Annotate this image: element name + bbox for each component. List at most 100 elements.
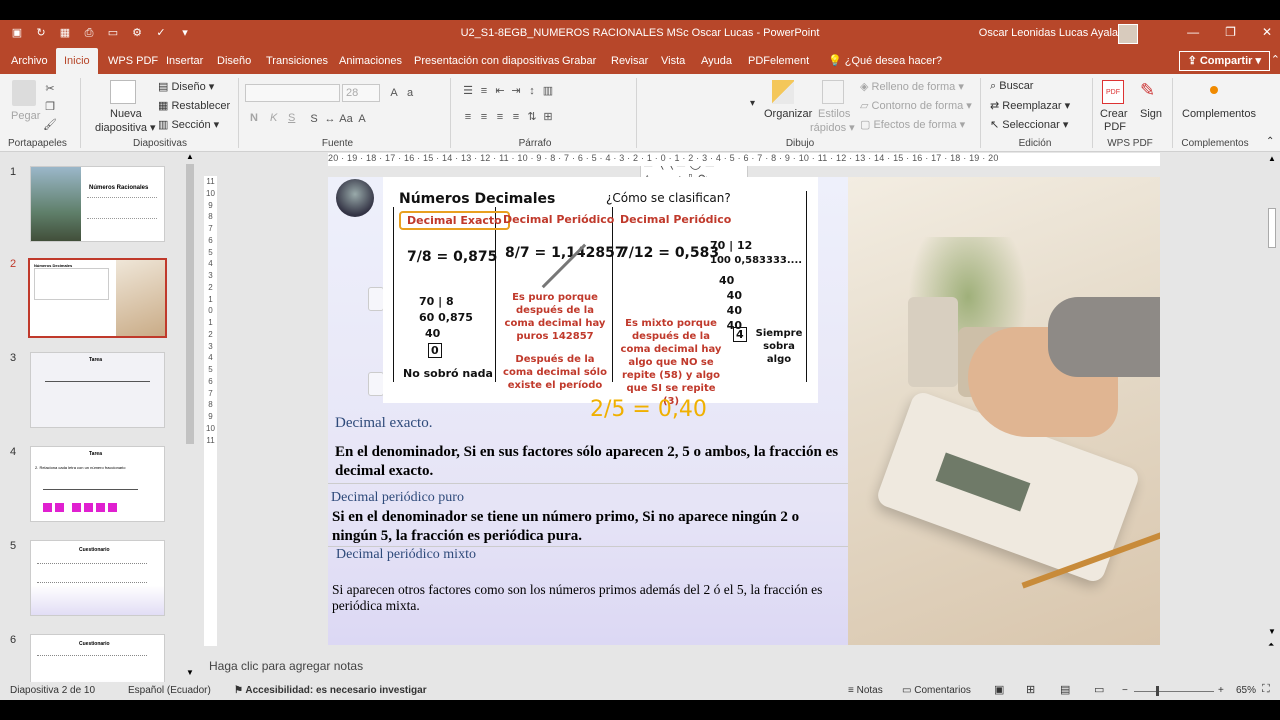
- tab-vista[interactable]: Vista: [653, 48, 693, 74]
- slide-thumbnail-4[interactable]: Tarea 2. Relaciona cada letra con un núm…: [30, 446, 165, 522]
- slide-thumbnail-3[interactable]: Tarea: [30, 352, 165, 428]
- normal-view-icon[interactable]: ▣: [994, 683, 1004, 696]
- paste-button[interactable]: Pegar: [11, 110, 40, 122]
- slide-sorter-icon[interactable]: ⊞: [1026, 683, 1035, 696]
- slide-placeholder-handle[interactable]: [368, 287, 384, 311]
- indent-inc-icon[interactable]: ⇥: [508, 84, 524, 98]
- thumbnail-scrollbar[interactable]: ▲ ▼: [184, 152, 196, 677]
- create-pdf-icon[interactable]: PDF: [1102, 80, 1124, 104]
- cut-icon[interactable]: ✂: [42, 82, 58, 96]
- layout-button[interactable]: ▤ Diseño ▾: [158, 80, 214, 93]
- slide-thumbnail-1[interactable]: Números Racionales: [30, 166, 165, 242]
- scroll-up-icon[interactable]: ▲: [186, 152, 194, 161]
- change-case-icon[interactable]: Aa: [338, 112, 354, 126]
- tab-presentacion[interactable]: Presentación con diapositivas: [406, 48, 568, 74]
- indent-dec-icon[interactable]: ⇤: [492, 84, 508, 98]
- accessibility-status[interactable]: ⚑ Accesibilidad: es necesario investigar: [234, 685, 427, 696]
- shapes-more-icon[interactable]: ▾: [750, 98, 755, 109]
- tab-ayuda[interactable]: Ayuda: [693, 48, 740, 74]
- shape-fill-button[interactable]: ◈ Relleno de forma ▾: [860, 80, 964, 93]
- tab-pdfelement[interactable]: PDFelement: [740, 48, 817, 74]
- slide-thumbnail-2[interactable]: Números Decimales: [28, 258, 167, 338]
- addins-icon[interactable]: [1210, 86, 1218, 94]
- create-pdf-label-1[interactable]: Crear: [1100, 108, 1128, 120]
- tab-grabar[interactable]: Grabar: [554, 48, 604, 74]
- strikethrough-icon[interactable]: S: [306, 112, 322, 126]
- slide-placeholder-handle[interactable]: [368, 372, 384, 396]
- user-name[interactable]: Oscar Leonidas Lucas Ayala: [979, 27, 1118, 39]
- copy-icon[interactable]: ❐: [42, 100, 58, 114]
- section-button[interactable]: ▥ Sección ▾: [158, 118, 219, 131]
- addins-button[interactable]: Complementos: [1182, 108, 1256, 120]
- bullets-icon[interactable]: ☰: [460, 84, 476, 98]
- zoom-out-button[interactable]: −: [1122, 685, 1128, 696]
- slideshow-icon[interactable]: ▭: [1094, 683, 1104, 696]
- line-spacing-icon[interactable]: ↕: [524, 84, 540, 98]
- editor-scrollbar[interactable]: ▲ ▼ ⏶ ⏷: [1266, 154, 1278, 661]
- horizontal-ruler[interactable]: 20 · 19 · 18 · 17 · 16 · 15 · 14 · 13 · …: [328, 153, 1160, 166]
- replace-button[interactable]: ⇄ Reemplazar ▾: [990, 99, 1070, 112]
- sign-button[interactable]: Sign: [1140, 108, 1162, 120]
- restore-button[interactable]: ❐: [1225, 25, 1236, 39]
- align-center-icon[interactable]: ≡: [476, 110, 492, 124]
- fit-to-window-icon[interactable]: ⛶: [1262, 683, 1270, 696]
- format-painter-icon[interactable]: 🖌: [42, 118, 58, 132]
- notes-button[interactable]: ≡ Notas: [848, 685, 883, 696]
- vertical-ruler[interactable]: 11 10 9 8 7 6 5 4 3 2 1 0 1 2 3 4 5 6 7 8 9 10 11: [204, 176, 217, 646]
- ribbon-scroll-icon[interactable]: ⌃: [1271, 53, 1280, 66]
- sign-icon[interactable]: ✎: [1140, 80, 1155, 101]
- slide-counter[interactable]: Diapositiva 2 de 10: [10, 685, 95, 696]
- quick-styles-button[interactable]: rápidos ▾: [810, 121, 855, 134]
- numbering-icon[interactable]: ≡: [476, 84, 492, 98]
- char-spacing-icon[interactable]: ↔: [322, 112, 338, 126]
- align-left-icon[interactable]: ≡: [460, 110, 476, 124]
- text-direction-icon[interactable]: ⇅: [524, 110, 540, 124]
- font-color-icon[interactable]: A: [354, 112, 370, 126]
- zoom-level[interactable]: 65%: [1236, 685, 1256, 696]
- language-indicator[interactable]: Español (Ecuador): [128, 685, 211, 696]
- zoom-in-button[interactable]: +: [1218, 685, 1224, 696]
- comments-button[interactable]: ▭ Comentarios: [902, 685, 971, 696]
- find-button[interactable]: ⌕ Buscar: [990, 80, 1033, 93]
- arrange-button[interactable]: Organizar: [764, 108, 812, 120]
- zoom-slider-handle[interactable]: [1156, 686, 1159, 696]
- slide-thumbnail-5[interactable]: Cuestionario: [30, 540, 165, 616]
- scroll-down-icon[interactable]: ▼: [186, 668, 194, 677]
- tab-transiciones[interactable]: Transiciones: [258, 48, 336, 74]
- underline-button[interactable]: S: [288, 112, 295, 124]
- reading-view-icon[interactable]: ▤: [1060, 683, 1070, 696]
- avatar[interactable]: [1118, 24, 1138, 44]
- tab-revisar[interactable]: Revisar: [603, 48, 656, 74]
- shrink-font-icon[interactable]: a: [402, 86, 418, 100]
- arrange-icon[interactable]: [772, 80, 794, 104]
- bold-button[interactable]: N: [250, 112, 258, 124]
- quick-styles-icon[interactable]: [822, 80, 844, 104]
- grow-font-icon[interactable]: A: [386, 86, 402, 100]
- new-slide-button[interactable]: diapositiva ▾: [95, 121, 156, 134]
- tab-wps-pdf[interactable]: WPS PDF: [100, 48, 166, 74]
- shape-effects-button[interactable]: ▢ Efectos de forma ▾: [860, 118, 965, 131]
- share-button[interactable]: ⇪ Compartir ▾: [1178, 51, 1270, 71]
- new-slide-icon[interactable]: [110, 80, 136, 104]
- notes-pane[interactable]: Haga clic para agregar notas: [198, 652, 1280, 682]
- scroll-up-icon[interactable]: ▲: [1268, 154, 1276, 163]
- zoom-slider[interactable]: [1134, 691, 1214, 692]
- tab-diseno[interactable]: Diseño: [209, 48, 259, 74]
- quick-styles-label-1[interactable]: Estilos: [818, 108, 850, 120]
- align-right-icon[interactable]: ≡: [492, 110, 508, 124]
- scroll-down-icon[interactable]: ▼: [1268, 627, 1276, 636]
- font-size-input[interactable]: 28: [342, 84, 380, 102]
- decimal-classification-table[interactable]: Números Decimales ¿Cómo se clasifican? D…: [383, 177, 818, 407]
- select-button[interactable]: ↖ Seleccionar ▾: [990, 118, 1068, 131]
- tab-archivo[interactable]: Archivo: [3, 48, 56, 74]
- shape-outline-button[interactable]: ▱ Contorno de forma ▾: [860, 99, 972, 112]
- justify-icon[interactable]: ≡: [508, 110, 524, 124]
- slide-canvas[interactable]: Números Decimales ¿Cómo se clasifican? D…: [328, 177, 1160, 645]
- prev-slide-icon[interactable]: ⏶: [1268, 640, 1274, 650]
- italic-button[interactable]: K: [270, 112, 277, 124]
- tell-me-search[interactable]: 💡 ¿Qué desea hacer?: [820, 48, 950, 74]
- tab-insertar[interactable]: Insertar: [158, 48, 211, 74]
- font-name-input[interactable]: [245, 84, 340, 102]
- tab-animaciones[interactable]: Animaciones: [331, 48, 410, 74]
- editor-scroll-thumb[interactable]: [1268, 208, 1276, 248]
